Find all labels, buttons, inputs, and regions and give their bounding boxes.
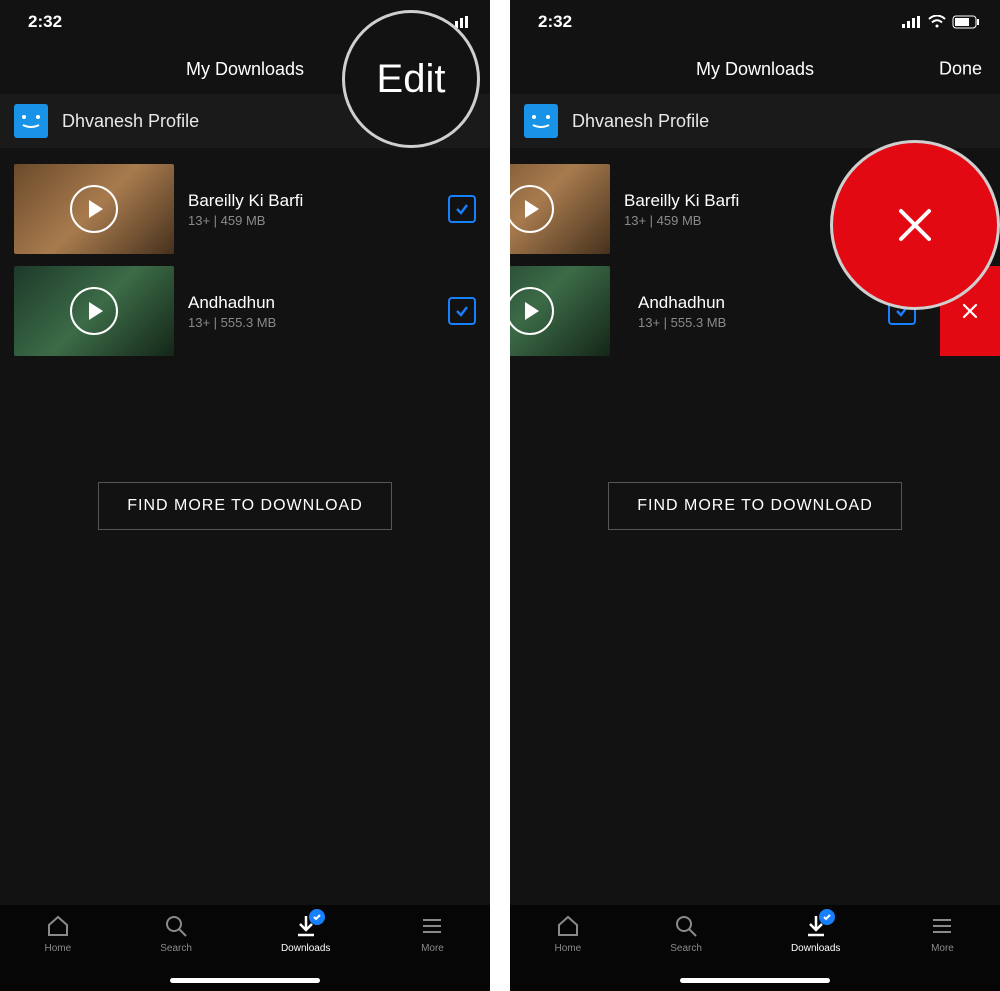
download-sub: 13+ | 555.3 MB	[188, 315, 434, 330]
tab-label: Downloads	[791, 943, 840, 954]
find-more-button[interactable]: FIND MORE TO DOWNLOAD	[98, 482, 392, 530]
tab-search[interactable]: Search	[670, 913, 702, 954]
phone-screen-1: Edit 2:32 My Downloads Edit Dhvanesh Pro…	[0, 0, 490, 991]
profile-name: Dhvanesh Profile	[62, 111, 199, 132]
tab-label: Search	[670, 943, 702, 954]
home-icon	[45, 913, 71, 939]
callout-edit-label: Edit	[377, 57, 446, 102]
tab-label: Downloads	[281, 943, 330, 954]
wifi-icon	[928, 15, 946, 29]
menu-icon	[929, 913, 955, 939]
tab-label: Home	[45, 943, 72, 954]
menu-icon	[419, 913, 445, 939]
tab-downloads[interactable]: Downloads	[281, 913, 330, 954]
find-more-wrap: FIND MORE TO DOWNLOAD	[510, 362, 1000, 530]
header: My Downloads Done	[510, 44, 1000, 94]
badge-check-icon	[309, 909, 325, 925]
find-more-button[interactable]: FIND MORE TO DOWNLOAD	[608, 482, 902, 530]
tab-home[interactable]: Home	[555, 913, 582, 954]
thumbnail[interactable]	[510, 164, 610, 254]
download-icon	[293, 913, 319, 939]
signal-icon	[902, 16, 922, 28]
tab-label: More	[421, 943, 444, 954]
thumbnail[interactable]	[510, 266, 610, 356]
badge-check-icon	[819, 909, 835, 925]
tab-home[interactable]: Home	[45, 913, 72, 954]
status-time: 2:32	[538, 12, 572, 32]
page-title: My Downloads	[696, 59, 814, 80]
download-sub: 13+ | 459 MB	[188, 213, 434, 228]
status-bar: 2:32	[510, 0, 1000, 44]
tab-downloads[interactable]: Downloads	[791, 913, 840, 954]
status-icons	[902, 15, 980, 29]
play-icon[interactable]	[510, 287, 554, 335]
find-more-wrap: FIND MORE TO DOWNLOAD	[0, 362, 490, 530]
download-title: Bareilly Ki Barfi	[188, 191, 434, 211]
page-title: My Downloads	[186, 59, 304, 80]
download-row[interactable]: Andhadhun 13+ | 555.3 MB	[0, 260, 490, 362]
tab-search[interactable]: Search	[160, 913, 192, 954]
callout-edit: Edit	[342, 10, 480, 148]
phone-screen-2: 2:32 My Downloads Done Dhvanesh Profile	[510, 0, 1000, 991]
status-time: 2:32	[28, 12, 62, 32]
download-title: Andhadhun	[188, 293, 434, 313]
thumbnail[interactable]	[14, 164, 174, 254]
home-icon	[555, 913, 581, 939]
tab-label: More	[931, 943, 954, 954]
downloads-list: Bareilly Ki Barfi 13+ | 459 MB Andhadhun…	[0, 148, 490, 362]
download-meta: Bareilly Ki Barfi 13+ | 459 MB	[188, 191, 434, 228]
done-button[interactable]: Done	[939, 59, 982, 80]
download-title: Andhadhun	[638, 293, 874, 313]
tab-more[interactable]: More	[929, 913, 955, 954]
profile-name: Dhvanesh Profile	[572, 111, 709, 132]
search-icon	[673, 913, 699, 939]
callout-delete	[830, 140, 1000, 310]
download-row[interactable]: Bareilly Ki Barfi 13+ | 459 MB	[0, 158, 490, 260]
play-icon[interactable]	[510, 185, 554, 233]
home-indicator[interactable]	[680, 978, 830, 983]
play-icon[interactable]	[70, 185, 118, 233]
select-checkbox[interactable]	[448, 297, 476, 325]
tab-label: Home	[555, 943, 582, 954]
profile-avatar	[14, 104, 48, 138]
tab-more[interactable]: More	[419, 913, 445, 954]
thumbnail[interactable]	[14, 266, 174, 356]
download-meta: Andhadhun 13+ | 555.3 MB	[188, 293, 434, 330]
search-icon	[163, 913, 189, 939]
download-icon	[803, 913, 829, 939]
play-icon[interactable]	[70, 287, 118, 335]
close-icon	[891, 201, 939, 249]
tab-label: Search	[160, 943, 192, 954]
close-icon	[960, 301, 980, 321]
battery-icon	[952, 15, 980, 29]
download-sub: 13+ | 555.3 MB	[638, 315, 874, 330]
select-checkbox[interactable]	[448, 195, 476, 223]
profile-avatar	[524, 104, 558, 138]
home-indicator[interactable]	[170, 978, 320, 983]
download-meta: Andhadhun 13+ | 555.3 MB	[624, 293, 874, 330]
